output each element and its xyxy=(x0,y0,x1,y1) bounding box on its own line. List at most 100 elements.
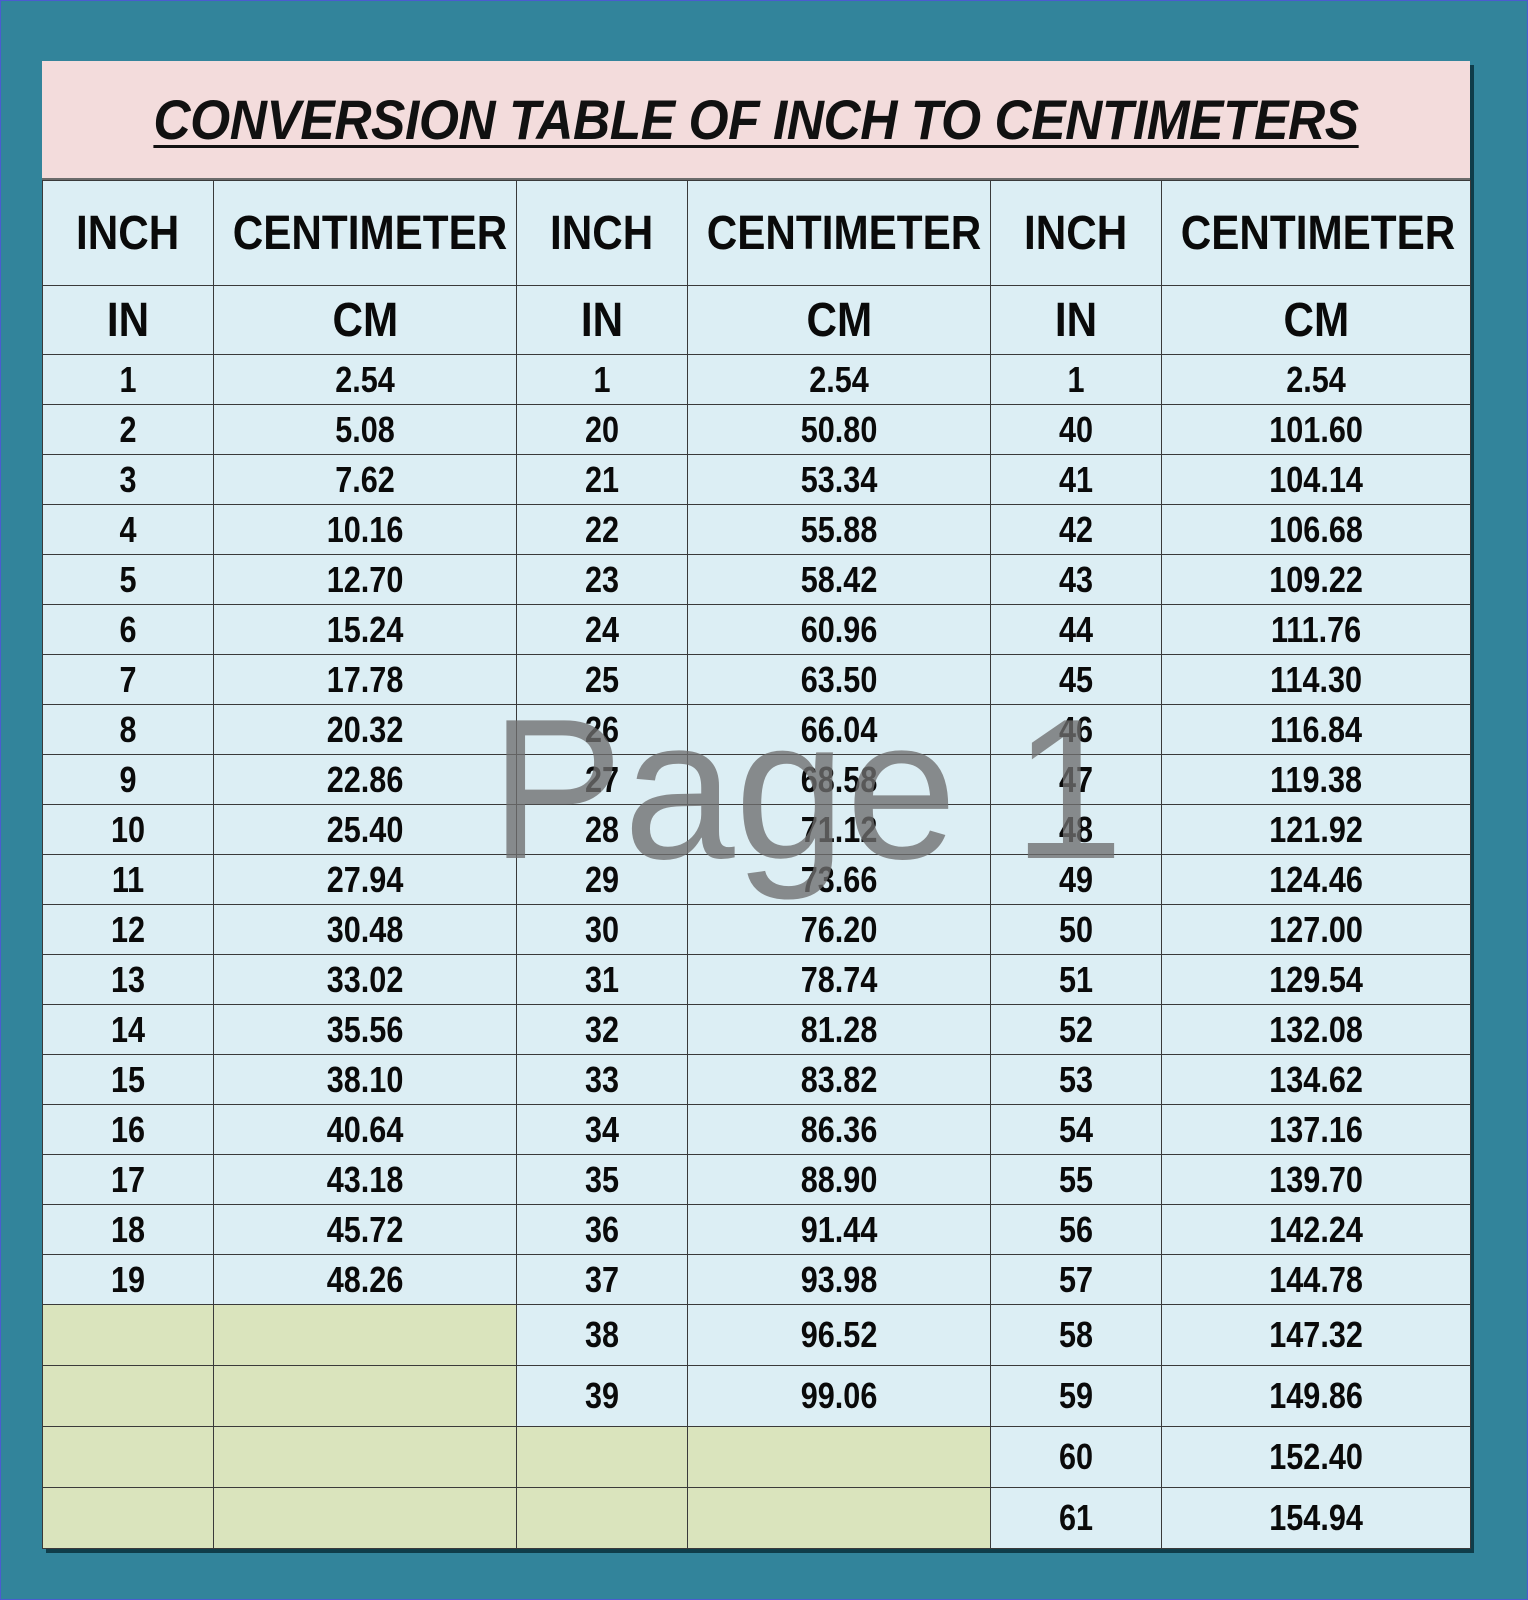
cell-value: 139.70 xyxy=(1269,1158,1363,1200)
cell-value: 53 xyxy=(1058,1058,1094,1100)
cell-value: 20.32 xyxy=(326,708,404,750)
cell-inch-3: 44 xyxy=(990,604,1162,655)
cell-inch-3: 56 xyxy=(990,1204,1162,1255)
cell-cm-1: 17.78 xyxy=(213,654,517,705)
cell-value: 12.70 xyxy=(326,558,404,600)
cell-inch-2: 34 xyxy=(516,1104,688,1155)
cell-inch-1: 5 xyxy=(42,554,214,605)
cell-value: 28 xyxy=(584,808,620,850)
cell-inch-3: 60 xyxy=(990,1426,1162,1488)
cell-value: 45.72 xyxy=(326,1208,404,1250)
cell-inch-2: 23 xyxy=(516,554,688,605)
cell-cm-1: 15.24 xyxy=(213,604,517,655)
cell-value: 88.90 xyxy=(800,1158,878,1200)
cell-inch-3: 47 xyxy=(990,754,1162,805)
cell-value: 96.52 xyxy=(800,1314,878,1355)
cell-inch-3: 61 xyxy=(990,1487,1162,1549)
cell-value: 38.10 xyxy=(326,1058,404,1100)
cell-value: 63.50 xyxy=(800,658,878,700)
cell-inch-1: 9 xyxy=(42,754,214,805)
cell-cm-3: 109.22 xyxy=(1161,554,1471,605)
cell-cm-2: 55.88 xyxy=(687,504,991,555)
cell-value: 27 xyxy=(584,758,620,800)
cell-inch-1 xyxy=(42,1365,214,1427)
cell-inch-2: 38 xyxy=(516,1304,688,1366)
cell-inch-2: 35 xyxy=(516,1154,688,1205)
cell-cm-2 xyxy=(687,1426,991,1488)
cell-value: 30 xyxy=(584,908,620,950)
cell-value: 2 xyxy=(119,408,137,450)
table-row: 39 99.06 59 149.86 xyxy=(42,1365,1471,1427)
cell-value: 38 xyxy=(584,1314,620,1355)
cell-value: 29 xyxy=(584,858,620,900)
cell-cm-1: 10.16 xyxy=(213,504,517,555)
table-row: 6 15.24 24 60.96 44 111.76 xyxy=(42,604,1471,655)
cell-value: 86.36 xyxy=(800,1108,878,1150)
cell-value: 6 xyxy=(119,608,137,650)
cell-cm-1: 30.48 xyxy=(213,904,517,955)
cell-cm-3: 121.92 xyxy=(1161,804,1471,855)
cell-value: 37 xyxy=(584,1258,620,1300)
cell-inch-2 xyxy=(516,1426,688,1488)
table-row: 5 12.70 23 58.42 43 109.22 xyxy=(42,554,1471,605)
cell-value: 25.40 xyxy=(326,808,404,850)
cell-cm-2: 50.80 xyxy=(687,404,991,455)
cell-value: 44 xyxy=(1058,608,1094,650)
cell-inch-3: 45 xyxy=(990,654,1162,705)
cell-inch-2: 33 xyxy=(516,1054,688,1105)
cell-value: 41 xyxy=(1058,458,1094,500)
cell-cm-3: 139.70 xyxy=(1161,1154,1471,1205)
cell-inch-3: 49 xyxy=(990,854,1162,905)
cell-inch-1: 15 xyxy=(42,1054,214,1105)
cell-cm-1: 45.72 xyxy=(213,1204,517,1255)
title-band: CONVERSION TABLE OF INCH TO CENTIMETERS xyxy=(42,61,1470,180)
cell-cm-1: 7.62 xyxy=(213,454,517,505)
cell-cm-3: 119.38 xyxy=(1161,754,1471,805)
cell-value: 34 xyxy=(584,1108,620,1150)
cell-value: 91.44 xyxy=(800,1208,878,1250)
header-cm-3: CM xyxy=(1161,285,1471,355)
cell-value: 144.78 xyxy=(1269,1258,1363,1300)
cell-cm-1: 25.40 xyxy=(213,804,517,855)
cell-value: 58.42 xyxy=(800,558,878,600)
cell-value: 142.24 xyxy=(1269,1208,1363,1250)
cell-cm-3: 142.24 xyxy=(1161,1204,1471,1255)
table-row: 38 96.52 58 147.32 xyxy=(42,1304,1471,1366)
cell-inch-1 xyxy=(42,1487,214,1549)
cell-inch-2: 39 xyxy=(516,1365,688,1427)
cell-inch-3: 52 xyxy=(990,1004,1162,1055)
cell-value: 60.96 xyxy=(800,608,878,650)
header-row-abbrev: IN CM IN CM IN CM xyxy=(42,285,1471,355)
cell-inch-2: 36 xyxy=(516,1204,688,1255)
cell-value: 17 xyxy=(110,1158,146,1200)
cell-cm-1: 22.86 xyxy=(213,754,517,805)
cell-inch-1: 10 xyxy=(42,804,214,855)
cell-value: 51 xyxy=(1058,958,1094,1000)
cell-cm-2: 99.06 xyxy=(687,1365,991,1427)
cell-value: 119.38 xyxy=(1270,758,1362,800)
cell-cm-1: 33.02 xyxy=(213,954,517,1005)
table-row: 9 22.86 27 68.58 47 119.38 xyxy=(42,754,1471,805)
table-row: 3 7.62 21 53.34 41 104.14 xyxy=(42,454,1471,505)
cell-value: 19 xyxy=(110,1258,146,1300)
header-in-2: IN xyxy=(516,285,688,355)
cell-value: 76.20 xyxy=(800,908,878,950)
cell-value: 5.08 xyxy=(335,408,395,450)
cell-cm-2: 58.42 xyxy=(687,554,991,605)
table-row: 7 17.78 25 63.50 45 114.30 xyxy=(42,654,1471,705)
cell-cm-2: 96.52 xyxy=(687,1304,991,1366)
cell-inch-1: 8 xyxy=(42,704,214,755)
cell-value: 42 xyxy=(1058,508,1094,550)
cell-cm-2: 88.90 xyxy=(687,1154,991,1205)
cell-inch-1: 18 xyxy=(42,1204,214,1255)
cell-value: 58 xyxy=(1058,1314,1094,1355)
header-cm-2: CM xyxy=(687,285,991,355)
cell-cm-3: 152.40 xyxy=(1161,1426,1471,1488)
cell-value: 26 xyxy=(584,708,620,750)
cell-value: 10.16 xyxy=(326,508,404,550)
cell-inch-2: 20 xyxy=(516,404,688,455)
cell-cm-1 xyxy=(213,1304,517,1366)
cell-value: 21 xyxy=(584,458,620,500)
cell-inch-1 xyxy=(42,1304,214,1366)
cell-value: 5 xyxy=(119,558,137,600)
